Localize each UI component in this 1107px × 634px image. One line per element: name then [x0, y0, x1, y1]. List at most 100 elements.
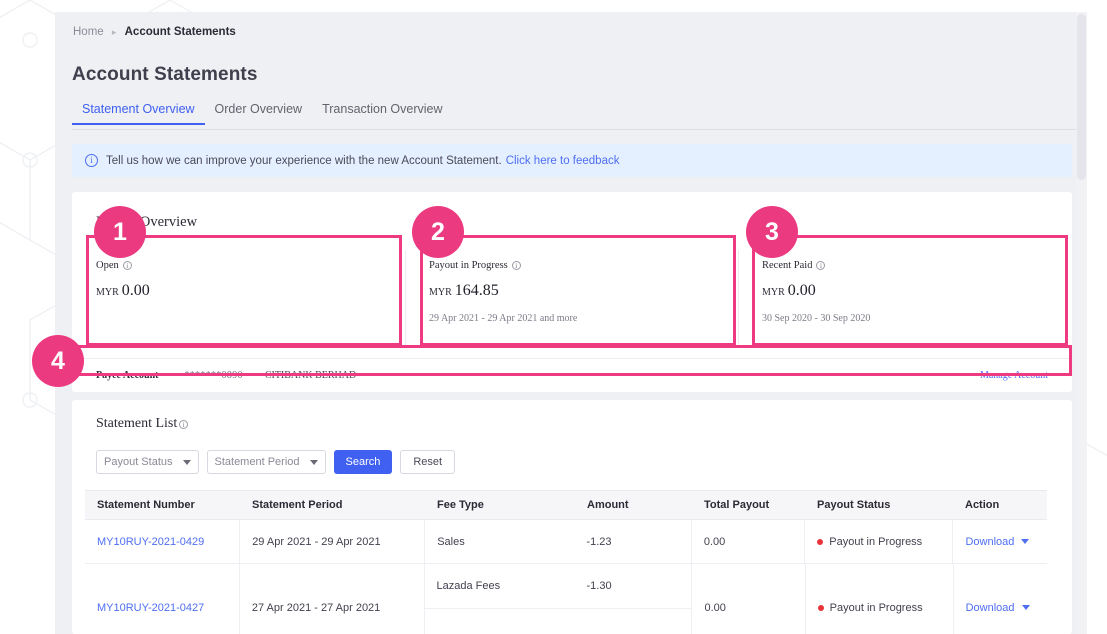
fee-line: Lazada Fees -1.30: [424, 564, 691, 608]
statement-list-title: Statement List: [96, 416, 178, 431]
amount-cell: [574, 609, 691, 634]
payout-status-cell: Payout in Progress: [805, 520, 952, 563]
table-row[interactable]: MY10RUY-2021-0427 27 Apr 2021 - 27 Apr 2…: [85, 564, 1047, 634]
fee-line: [424, 608, 692, 634]
column-header-payout-status[interactable]: Payout Status: [805, 499, 953, 511]
payout-status-label: Payout in Progress: [829, 535, 923, 548]
stat-recent-paid-amount-row: MYR 0.00: [762, 282, 1052, 300]
column-header-action[interactable]: Action: [953, 499, 1047, 511]
statement-list-title-row: Statement List i: [96, 416, 189, 432]
payout-overview-card: Payout Overview Open i MYR 0.00 Payout in…: [72, 192, 1072, 392]
table-header-row: Statement Number Statement Period Fee Ty…: [85, 490, 1047, 520]
stat-open-label-row: Open i: [96, 260, 396, 271]
statement-list-card: Statement List i Payout Status Statement…: [72, 400, 1072, 634]
stat-payout-in-progress-range: 29 Apr 2021 - 29 Apr 2021 and more: [429, 313, 578, 324]
stat-open-label: Open: [96, 260, 119, 271]
stat-recent-paid: Recent Paid i MYR 0.00 30 Sep 2020 - 30 S…: [762, 260, 1052, 324]
annotation-badge-2: 2: [412, 206, 464, 258]
page-content-area: Home ▸ Account Statements Account Statem…: [55, 12, 1087, 634]
info-circle-icon: i: [85, 154, 98, 167]
download-action[interactable]: Download: [953, 520, 1047, 563]
fee-type-cell: Lazada Fees: [436, 580, 501, 592]
stat-open-amount: 0.00: [121, 282, 150, 299]
stat-open-currency: MYR: [96, 287, 119, 298]
table-row[interactable]: MY10RUY-2021-0429 29 Apr 2021 - 29 Apr 2…: [85, 520, 1047, 564]
stat-payout-in-progress-label: Payout in Progress: [429, 260, 508, 271]
statement-number-link[interactable]: MY10RUY-2021-0427: [85, 564, 239, 634]
stat-recent-paid-label: Recent Paid: [762, 260, 813, 271]
breadcrumb: Home ▸ Account Statements: [73, 26, 236, 38]
search-button-label: Search: [345, 456, 381, 468]
info-circle-icon[interactable]: i: [511, 261, 521, 270]
stat-payout-in-progress-label-row: Payout in Progress i: [429, 260, 729, 271]
statement-period-select[interactable]: Statement Period: [206, 450, 326, 474]
chevron-down-icon: [182, 459, 191, 465]
search-button[interactable]: Search: [333, 450, 393, 474]
stat-open: Open i MYR 0.00: [96, 260, 396, 300]
reset-button-label: Reset: [413, 456, 443, 468]
payout-status-select[interactable]: Payout Status: [96, 450, 199, 474]
fee-type-cell: Sales: [437, 535, 465, 548]
chevron-down-icon: [1021, 605, 1030, 610]
fee-type-cell: [424, 609, 574, 634]
payee-account-label: Payee Account: [96, 370, 159, 381]
stat-recent-paid-amount: 0.00: [787, 282, 816, 299]
statement-period-cell: 29 Apr 2021 - 29 Apr 2021: [252, 535, 381, 548]
manage-account-link[interactable]: Manage Account: [980, 370, 1048, 381]
payout-status-label: Payout in Progress: [829, 601, 923, 614]
annotation-badge-3: 3: [746, 206, 798, 258]
filter-bar: Payout Status Statement Period Search Re…: [96, 450, 456, 474]
tab-bar: Statement Overview Order Overview Transa…: [72, 102, 1087, 130]
breadcrumb-current: Account Statements: [124, 26, 236, 38]
column-header-statement-period[interactable]: Statement Period: [240, 499, 425, 511]
chevron-down-icon: [309, 459, 318, 465]
total-payout-cell: 0.00: [703, 535, 726, 548]
stat-recent-paid-currency: MYR: [762, 287, 785, 298]
download-label: Download: [965, 535, 1015, 548]
breadcrumb-separator-icon: ▸: [111, 27, 117, 37]
statement-table: Statement Number Statement Period Fee Ty…: [85, 490, 1047, 634]
amount-cell: -1.30: [586, 580, 612, 592]
stat-payout-in-progress-amount: 164.85: [454, 282, 499, 299]
statement-number-link[interactable]: MY10RUY-2021-0429: [85, 520, 239, 563]
payee-account-bank: CITIBANK BERHAD: [264, 370, 357, 381]
payout-status-cell: Payout in Progress: [806, 564, 953, 634]
feedback-banner: i Tell us how we can improve your experi…: [72, 144, 1072, 177]
tab-transaction-overview[interactable]: Transaction Overview: [312, 102, 452, 124]
info-circle-icon[interactable]: i: [816, 261, 826, 270]
statement-period-cell: 27 Apr 2021 - 27 Apr 2021: [251, 601, 381, 614]
annotation-badge-4: 4: [32, 335, 84, 387]
tab-order-overview[interactable]: Order Overview: [205, 102, 313, 124]
fee-breakdown-group: Lazada Fees -1.30: [424, 564, 692, 634]
statement-period-select-value: Statement Period: [214, 456, 300, 468]
total-payout-cell: 0.00: [704, 601, 726, 614]
info-circle-icon[interactable]: i: [179, 419, 189, 429]
chevron-down-icon: [1021, 539, 1030, 544]
reset-button[interactable]: Reset: [400, 450, 456, 474]
column-header-statement-number[interactable]: Statement Number: [85, 499, 240, 511]
card-divider-1: [405, 250, 406, 346]
stat-payout-in-progress-currency: MYR: [429, 287, 452, 298]
status-dot-icon: [817, 604, 824, 611]
breadcrumb-home-link[interactable]: Home: [73, 26, 104, 38]
page-title: Account Statements: [72, 64, 258, 85]
stat-open-amount-row: MYR 0.00: [96, 282, 396, 300]
stat-recent-paid-range: 30 Sep 2020 - 30 Sep 2020: [762, 313, 871, 324]
column-header-amount[interactable]: Amount: [575, 499, 692, 511]
feedback-banner-text: Tell us how we can improve your experien…: [106, 154, 502, 167]
download-label: Download: [965, 601, 1015, 614]
column-header-total-payout[interactable]: Total Payout: [692, 499, 805, 511]
download-action[interactable]: Download: [954, 564, 1047, 634]
column-header-fee-type[interactable]: Fee Type: [425, 499, 575, 511]
payee-account-row: Payee Account *******0890 CITIBANK BERHA…: [72, 358, 1072, 392]
stat-recent-paid-label-row: Recent Paid i: [762, 260, 1052, 271]
payout-status-select-value: Payout Status: [104, 456, 173, 468]
feedback-link[interactable]: Click here to feedback: [506, 155, 620, 167]
info-circle-icon[interactable]: i: [122, 261, 132, 270]
payee-account-number: *******0890: [184, 370, 243, 381]
vertical-scrollbar-thumb[interactable]: [1077, 14, 1086, 180]
tab-bar-divider: [72, 129, 1087, 130]
stat-payout-in-progress: Payout in Progress i MYR 164.85 29 Apr 20…: [429, 260, 729, 324]
amount-cell: -1.23: [586, 535, 612, 548]
card-divider-2: [738, 250, 739, 346]
